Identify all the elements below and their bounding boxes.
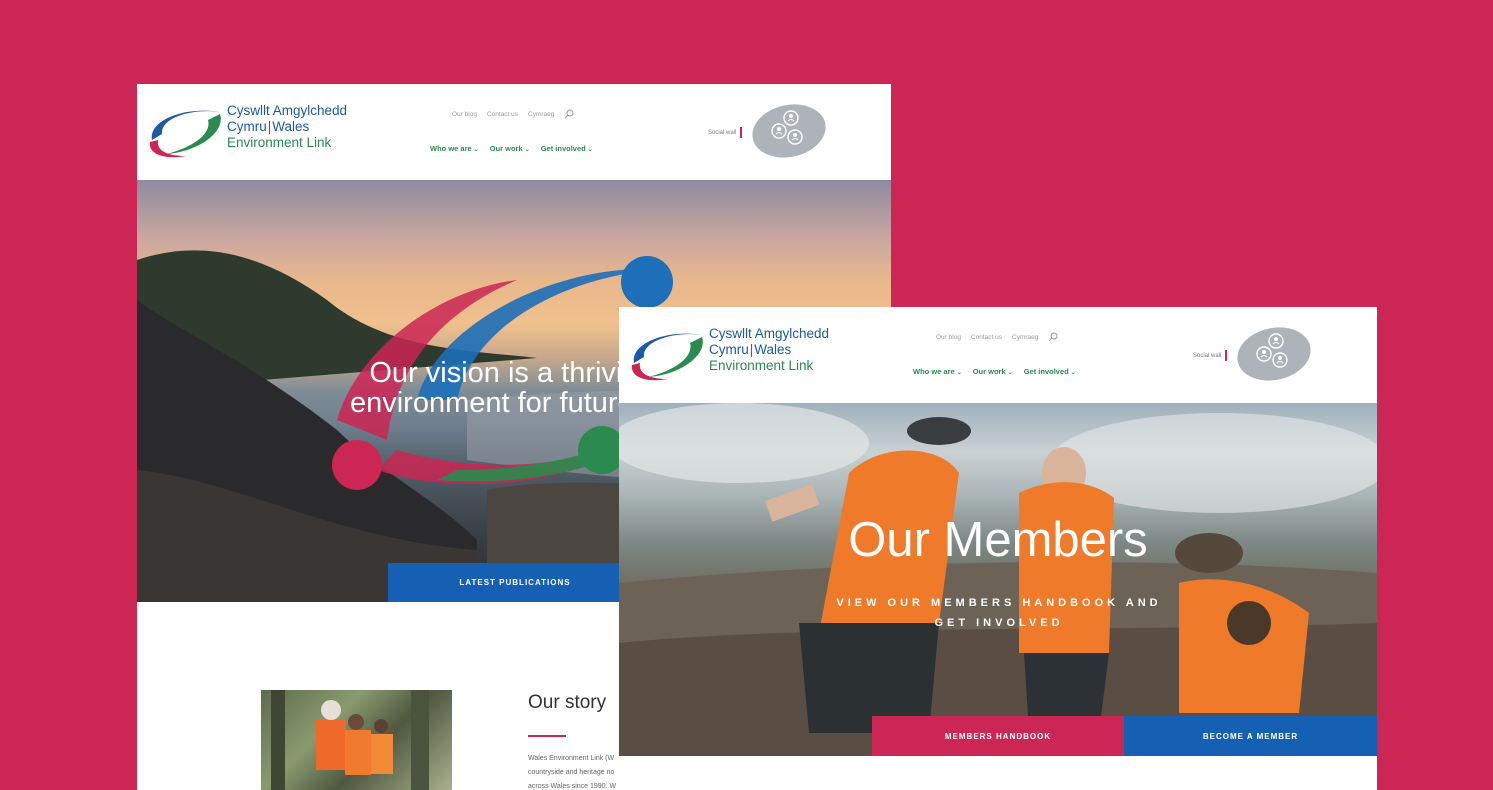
story-line: across Wales since 1990. W (528, 783, 617, 790)
nav-label: Our work (489, 144, 523, 153)
logo-wales: Wales (754, 342, 792, 357)
story-line: countryside and heritage no (528, 769, 615, 776)
nav-label: Get involved (1023, 367, 1069, 376)
divider (1225, 350, 1227, 361)
volunteers-planting-image (619, 403, 1377, 756)
util-link-blog[interactable]: Our blog (936, 334, 961, 341)
hero-banner: Our Members VIEW OUR MEMBERS HANDBOOK AN… (619, 403, 1377, 756)
story-heading: Our story (528, 692, 607, 713)
site-logo[interactable]: Cyswllt Amgylchedd Cymru|Wales Environme… (146, 102, 366, 162)
nav-our-work[interactable]: Our work ⌄ (973, 367, 1013, 376)
chevron-down-icon: ⌄ (524, 147, 530, 153)
logo-text: Cyswllt Amgylchedd Cymru|Wales Environme… (227, 103, 347, 151)
nav-label: Our work (972, 367, 1006, 376)
logo-cymru: Cymru (227, 119, 267, 134)
social-wall-link[interactable]: Social wall (1193, 350, 1227, 361)
social-wall-label: Social wall (1193, 352, 1222, 359)
search-icon[interactable] (564, 109, 574, 119)
site-header: Cyswllt Amgylchedd Cymru|Wales Environme… (619, 307, 1377, 403)
chevron-down-icon: ⌄ (956, 370, 962, 376)
chevron-down-icon: ⌄ (1007, 370, 1013, 376)
volunteers-photo (271, 690, 429, 790)
story-line: Wales Environment Link (W (528, 755, 615, 762)
nav-our-work[interactable]: Our work ⌄ (490, 144, 530, 153)
story-text: Wales Environment Link (W countryside an… (528, 752, 628, 790)
logo-cymru: Cymru (709, 342, 749, 357)
divider (740, 127, 742, 138)
latest-publications-button[interactable]: LATEST PUBLICATIONS (388, 563, 642, 602)
story-photo (261, 690, 452, 790)
logo-separator: | (267, 119, 272, 134)
logo-text: Cyswllt Amgylchedd Cymru|Wales Environme… (709, 326, 829, 374)
search-icon[interactable] (1048, 332, 1058, 342)
chevron-down-icon: ⌄ (1070, 370, 1076, 376)
main-nav: Who we are ⌄ Our work ⌄ Get involved ⌄ (430, 144, 593, 153)
logo-line3: Environment Link (709, 358, 814, 373)
utility-nav: Our blog Contact us Cymraeg (936, 332, 1058, 342)
story-divider (528, 735, 566, 737)
nav-label: Get involved (540, 144, 586, 153)
logo-line2: Cymru|Wales (709, 342, 829, 358)
hero-subheading: VIEW OUR MEMBERS HANDBOOK AND GET INVOLV… (836, 597, 1162, 629)
logo-swirl-icon (149, 110, 221, 158)
logo-line1: Cyswllt Amgylchedd (227, 103, 348, 118)
logo-wales: Wales (272, 119, 310, 134)
logo-line3: Environment Link (227, 135, 332, 150)
main-nav: Who we are ⌄ Our work ⌄ Get involved ⌄ (913, 367, 1076, 376)
hero-heading: Our Members (848, 513, 1148, 567)
nav-label: Who we are (430, 144, 472, 153)
util-link-contact[interactable]: Contact us (487, 111, 518, 118)
people-chat-icon[interactable] (751, 104, 827, 158)
util-link-contact[interactable]: Contact us (971, 334, 1002, 341)
nav-who-we-are[interactable]: Who we are ⌄ (430, 144, 479, 153)
people-chat-icon[interactable] (1236, 327, 1312, 381)
nav-label: Who we are (913, 367, 955, 376)
members-page-mockup: Cyswllt Amgylchedd Cymru|Wales Environme… (619, 307, 1377, 790)
utility-nav: Our blog Contact us Cymraeg (452, 109, 574, 119)
logo-separator: | (749, 342, 754, 357)
nav-get-involved[interactable]: Get involved ⌄ (1024, 367, 1076, 376)
logo-line2: Cymru|Wales (227, 119, 347, 135)
chevron-down-icon: ⌄ (587, 147, 593, 153)
become-member-button[interactable]: BECOME A MEMBER (1124, 716, 1377, 756)
util-link-language[interactable]: Cymraeg (1012, 334, 1038, 341)
logo-swirl-icon (631, 333, 703, 381)
nav-get-involved[interactable]: Get involved ⌄ (541, 144, 593, 153)
hero-heading-line1: Our vision is a thriving (369, 357, 655, 389)
members-handbook-button[interactable]: MEMBERS HANDBOOK (872, 716, 1124, 756)
util-link-language[interactable]: Cymraeg (528, 111, 554, 118)
site-logo[interactable]: Cyswllt Amgylchedd Cymru|Wales Environme… (628, 325, 848, 385)
social-wall-link[interactable]: Social wall (708, 127, 742, 138)
social-wall-label: Social wall (708, 129, 737, 136)
logo-line1: Cyswllt Amgylchedd (709, 326, 830, 341)
util-link-blog[interactable]: Our blog (452, 111, 477, 118)
chevron-down-icon: ⌄ (473, 147, 479, 153)
nav-who-we-are[interactable]: Who we are ⌄ (913, 367, 962, 376)
site-header: Cyswllt Amgylchedd Cymru|Wales Environme… (137, 84, 891, 180)
